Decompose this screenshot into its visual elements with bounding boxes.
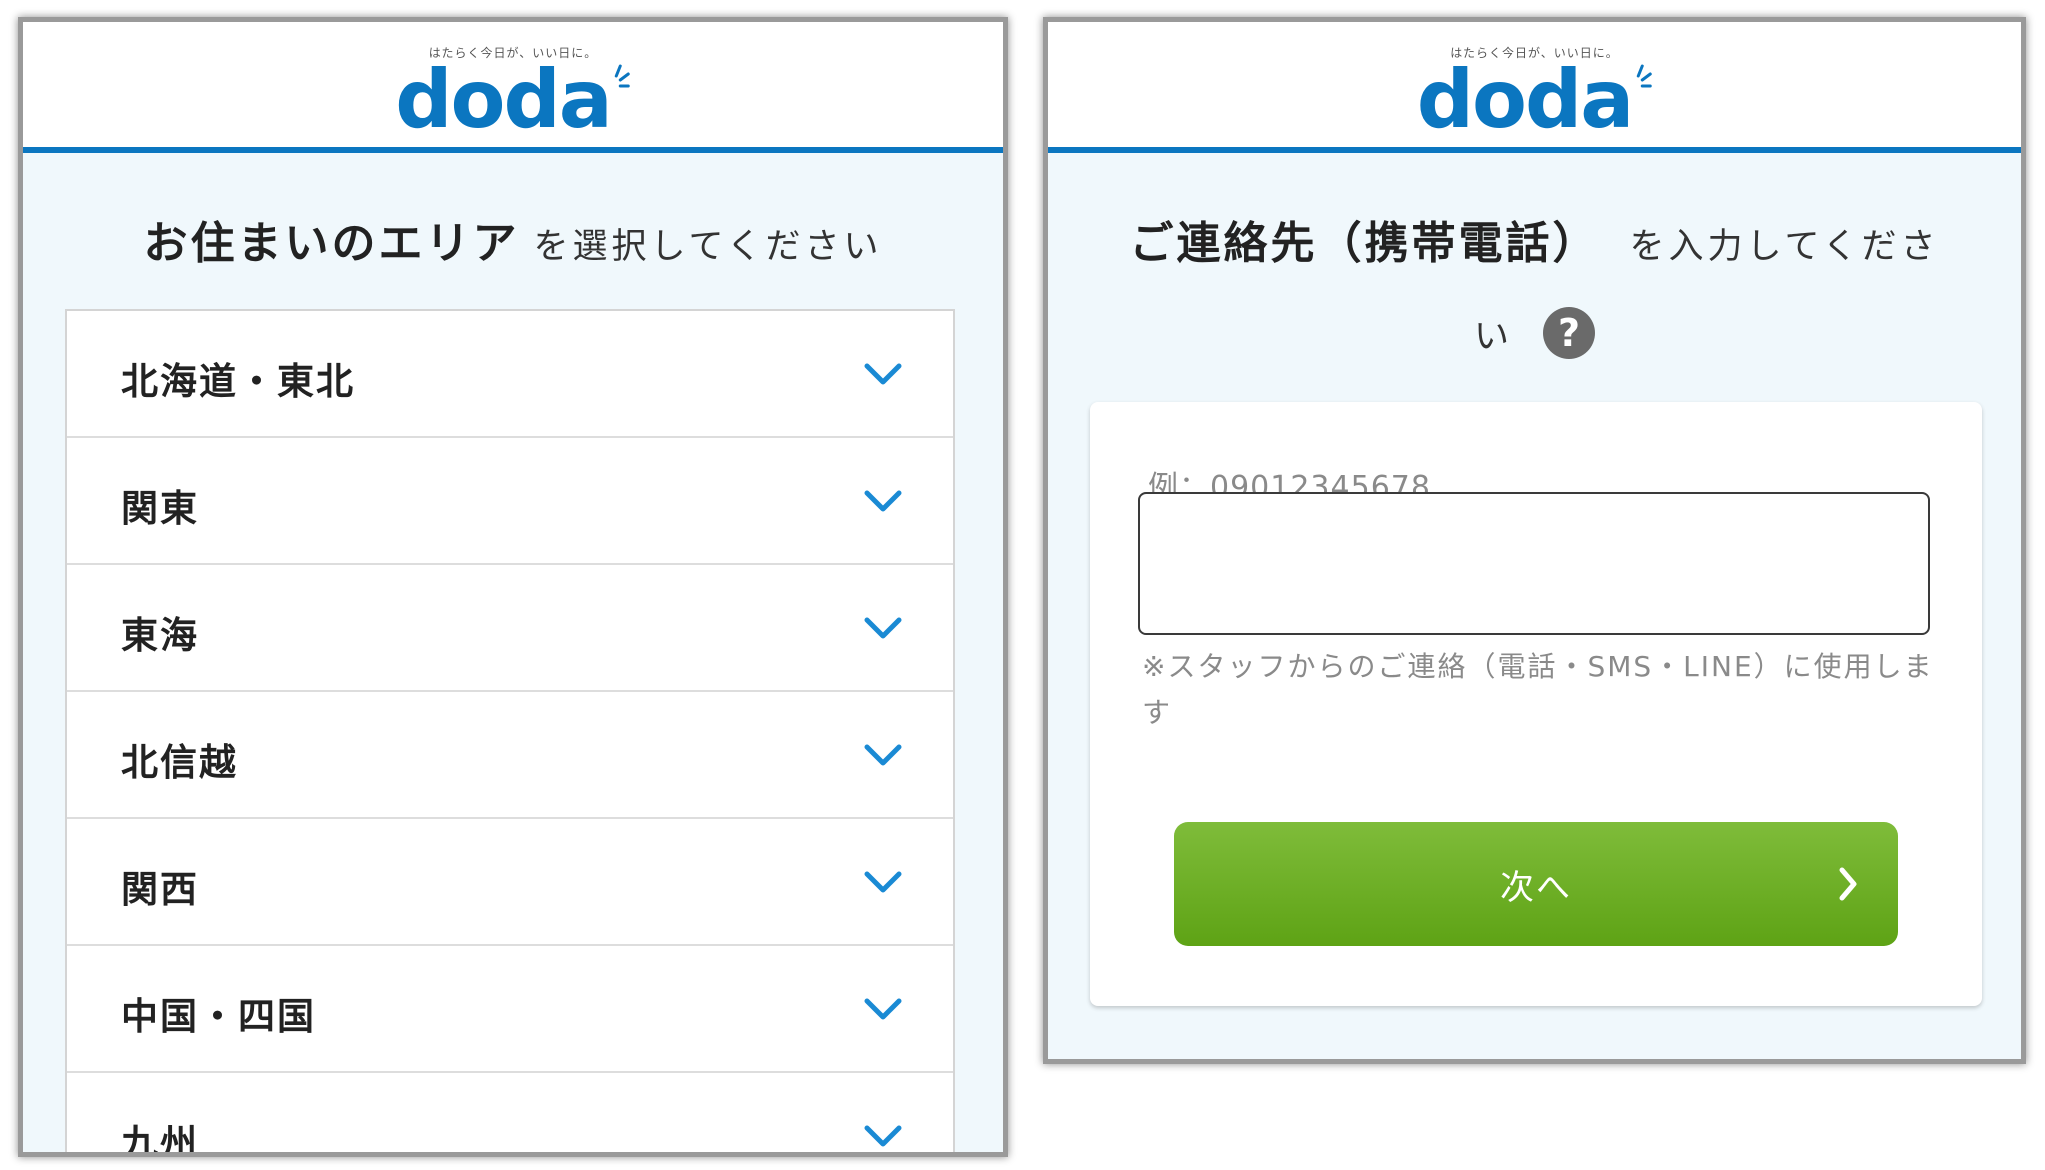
area-item-hokushinetsu[interactable]: 北信越 xyxy=(67,692,953,819)
area-item-kansai[interactable]: 関西 xyxy=(67,819,953,946)
area-label: 関東 xyxy=(121,487,199,530)
chevron-down-icon xyxy=(864,363,902,385)
area-item-tokai[interactable]: 東海 xyxy=(67,565,953,692)
usage-note: ※スタッフからのご連絡（電話・SMS・LINE）に使用します xyxy=(1142,650,1934,729)
area-label: 北信越 xyxy=(121,741,238,784)
area-label: 中国・四国 xyxy=(121,995,316,1038)
area-label: 関西 xyxy=(121,868,199,911)
chevron-right-icon xyxy=(1839,867,1857,901)
header: はたらく今日が、いい日に。 doda xyxy=(23,22,1003,153)
chevron-down-icon xyxy=(864,617,902,639)
area-label: 東海 xyxy=(121,614,199,657)
area-heading-strong: お住まいのエリア xyxy=(143,218,520,269)
logo-text: doda xyxy=(1416,53,1634,146)
area-label: 九州 xyxy=(121,1122,199,1157)
area-item-hokkaido-tohoku[interactable]: 北海道・東北 xyxy=(67,311,953,438)
spark-icon xyxy=(615,64,631,88)
area-heading-light: を選択してください xyxy=(533,227,883,267)
doda-logo: doda xyxy=(1417,60,1652,140)
chevron-down-icon xyxy=(864,998,902,1020)
contact-heading-strong: ご連絡先（携帯電話） xyxy=(1129,218,1600,269)
help-icon[interactable]: ? xyxy=(1543,307,1595,359)
area-item-chugoku-shikoku[interactable]: 中国・四国 xyxy=(67,946,953,1073)
logo-text: doda xyxy=(395,53,612,146)
area-select-screen: はたらく今日が、いい日に。 doda お住まいのエリア を選択してください 北海道… xyxy=(18,17,1008,1157)
header: はたらく今日が、いい日に。 doda xyxy=(1048,22,2021,153)
area-item-kyushu[interactable]: 九州 xyxy=(67,1073,953,1157)
area-heading: お住まいのエリア を選択してください xyxy=(23,207,1003,271)
area-list: 北海道・東北 関東 東海 北信越 関西 中国・四国 九州 xyxy=(65,309,955,1157)
chevron-down-icon xyxy=(864,744,902,766)
contact-input-screen: はたらく今日が、いい日に。 doda ご連絡先（携帯電話） を入力してくださ い … xyxy=(1043,17,2026,1064)
spark-icon xyxy=(1636,64,1652,88)
area-item-kanto[interactable]: 関東 xyxy=(67,438,953,565)
doda-logo: doda xyxy=(395,53,631,146)
next-button[interactable]: 次へ xyxy=(1174,822,1898,946)
next-button-label: 次へ xyxy=(1500,867,1572,908)
phone-input[interactable] xyxy=(1138,492,1930,635)
contact-heading-light-tail: い xyxy=(1473,316,1513,357)
contact-heading-light: を入力してくださ xyxy=(1629,227,1940,267)
area-label: 北海道・東北 xyxy=(121,360,355,403)
chevron-down-icon xyxy=(864,1125,902,1147)
contact-form-card: 例：09012345678 ※スタッフからのご連絡（電話・SMS・LINE）に使… xyxy=(1090,402,1982,1006)
chevron-down-icon xyxy=(864,871,902,893)
contact-heading-line2: い ? xyxy=(1048,307,2021,359)
chevron-down-icon xyxy=(864,490,902,512)
contact-heading: ご連絡先（携帯電話） を入力してくださ xyxy=(1048,207,2021,271)
